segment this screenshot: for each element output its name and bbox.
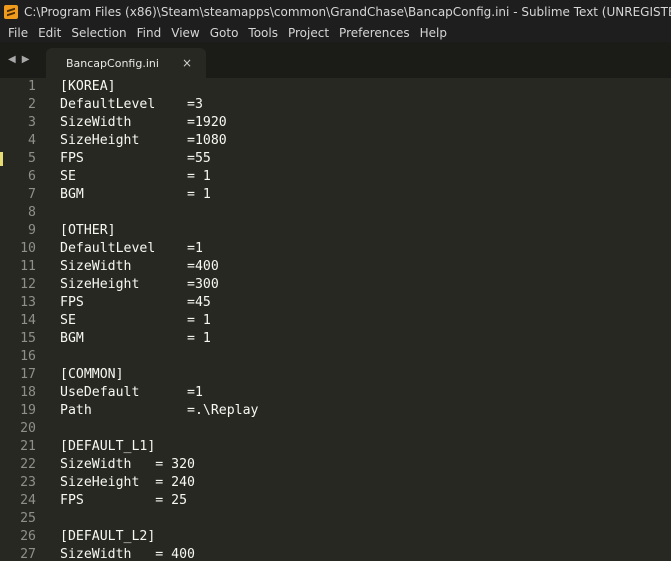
line-number: 21 — [20, 439, 36, 454]
code-line[interactable]: 20 — [0, 420, 671, 438]
code-line[interactable]: 15 BGM = 1 — [0, 330, 671, 348]
line-number: 12 — [20, 277, 36, 292]
window-title: C:\Program Files (x86)\Steam\steamapps\c… — [24, 5, 671, 19]
line-text: Path =.\Replay — [60, 403, 259, 418]
code-line[interactable]: 2 DefaultLevel =3 — [0, 96, 671, 114]
line-number: 2 — [28, 97, 36, 112]
tab-prev-icon[interactable]: ◀ — [8, 54, 16, 65]
line-text: BGM = 1 — [60, 187, 211, 202]
code-line[interactable]: 12 SizeHeight =300 — [0, 276, 671, 294]
line-number: 3 — [28, 115, 36, 130]
line-text: [KOREA] — [60, 79, 116, 94]
line-text: [OTHER] — [60, 223, 116, 238]
code-line[interactable]: 17 [COMMON] — [0, 366, 671, 384]
line-number: 18 — [20, 385, 36, 400]
line-text: SizeHeight =1080 — [60, 133, 227, 148]
menu-bar: File Edit Selection Find View Goto Tools… — [0, 24, 671, 42]
line-number: 23 — [20, 475, 36, 490]
line-number: 1 — [28, 79, 36, 94]
line-number: 24 — [20, 493, 36, 508]
line-number: 22 — [20, 457, 36, 472]
code-line[interactable]: 23 SizeHeight = 240 — [0, 474, 671, 492]
line-number: 11 — [20, 259, 36, 274]
line-number: 13 — [20, 295, 36, 310]
menu-tools[interactable]: Tools — [243, 24, 283, 42]
line-number: 6 — [28, 169, 36, 184]
sublime-text-icon — [4, 5, 18, 19]
line-text: SizeWidth =1920 — [60, 115, 227, 130]
tab-label: BancapConfig.ini — [66, 56, 159, 70]
menu-find[interactable]: Find — [132, 24, 167, 42]
line-text: SE = 1 — [60, 313, 211, 328]
code-line[interactable]: 1 [KOREA] — [0, 78, 671, 96]
line-number: 10 — [20, 241, 36, 256]
code-line[interactable]: 22 SizeWidth = 320 — [0, 456, 671, 474]
code-line[interactable]: 25 — [0, 510, 671, 528]
line-number: 7 — [28, 187, 36, 202]
line-number: 9 — [28, 223, 36, 238]
line-number: 4 — [28, 133, 36, 148]
code-line[interactable]: 4 SizeHeight =1080 — [0, 132, 671, 150]
code-line[interactable]: 27 SizeWidth = 400 — [0, 546, 671, 561]
code-line[interactable]: 14 SE = 1 — [0, 312, 671, 330]
line-number: 25 — [20, 511, 36, 526]
line-text: FPS =45 — [60, 295, 211, 310]
line-text: FPS = 25 — [60, 493, 188, 508]
menu-help[interactable]: Help — [415, 24, 452, 42]
tab-bar: ◀ ▶ BancapConfig.ini × — [0, 42, 671, 78]
line-number: 15 — [20, 331, 36, 346]
line-text: SizeWidth = 320 — [60, 457, 195, 472]
line-text: [DEFAULT_L2] — [60, 529, 156, 544]
code-line[interactable]: 21 [DEFAULT_L1] — [0, 438, 671, 456]
code-line[interactable]: 18 UseDefault =1 — [0, 384, 671, 402]
tab-next-icon[interactable]: ▶ — [22, 54, 30, 65]
code-line[interactable]: 19 Path =.\Replay — [0, 402, 671, 420]
menu-selection[interactable]: Selection — [66, 24, 131, 42]
tab-navigation: ◀ ▶ — [8, 54, 29, 65]
code-line[interactable]: 8 — [0, 204, 671, 222]
close-icon[interactable]: × — [182, 56, 192, 70]
line-text: SizeWidth = 400 — [60, 547, 195, 561]
code-line[interactable]: 13 FPS =45 — [0, 294, 671, 312]
code-line[interactable]: 9 [OTHER] — [0, 222, 671, 240]
window-title-bar[interactable]: C:\Program Files (x86)\Steam\steamapps\c… — [0, 0, 671, 24]
menu-goto[interactable]: Goto — [205, 24, 244, 42]
line-number: 20 — [20, 421, 36, 436]
line-number: 26 — [20, 529, 36, 544]
line-text: SizeHeight = 240 — [60, 475, 195, 490]
code-editor[interactable]: 1 [KOREA] 2 DefaultLevel =3 3 SizeWidth =1920… — [0, 78, 671, 561]
menu-file[interactable]: File — [3, 24, 33, 42]
line-number: 27 — [20, 547, 36, 561]
menu-view[interactable]: View — [166, 24, 204, 42]
line-text: [COMMON] — [60, 367, 124, 382]
line-number: 19 — [20, 403, 36, 418]
code-line[interactable]: 6 SE = 1 — [0, 168, 671, 186]
line-number: 8 — [28, 205, 36, 220]
line-text: [DEFAULT_L1] — [60, 439, 156, 454]
menu-project[interactable]: Project — [283, 24, 334, 42]
menu-edit[interactable]: Edit — [33, 24, 66, 42]
line-number: 5 — [28, 151, 36, 166]
line-text: SE = 1 — [60, 169, 211, 184]
line-number: 14 — [20, 313, 36, 328]
menu-preferences[interactable]: Preferences — [334, 24, 415, 42]
code-line[interactable]: 10 DefaultLevel =1 — [0, 240, 671, 258]
line-text: SizeHeight =300 — [60, 277, 219, 292]
line-text: FPS =55 — [60, 151, 211, 166]
code-line[interactable]: 5 FPS =55 — [0, 150, 671, 168]
line-number: 16 — [20, 349, 36, 364]
line-text: DefaultLevel =1 — [60, 241, 203, 256]
tab-bancapconfig[interactable]: BancapConfig.ini × — [46, 48, 206, 78]
code-line[interactable]: 24 FPS = 25 — [0, 492, 671, 510]
code-line[interactable]: 11 SizeWidth =400 — [0, 258, 671, 276]
line-text: UseDefault =1 — [60, 385, 203, 400]
code-line[interactable]: 3 SizeWidth =1920 — [0, 114, 671, 132]
line-text: SizeWidth =400 — [60, 259, 219, 274]
line-text: BGM = 1 — [60, 331, 211, 346]
code-line[interactable]: 16 — [0, 348, 671, 366]
line-text: DefaultLevel =3 — [60, 97, 203, 112]
line-number: 17 — [20, 367, 36, 382]
code-line[interactable]: 7 BGM = 1 — [0, 186, 671, 204]
code-line[interactable]: 26 [DEFAULT_L2] — [0, 528, 671, 546]
